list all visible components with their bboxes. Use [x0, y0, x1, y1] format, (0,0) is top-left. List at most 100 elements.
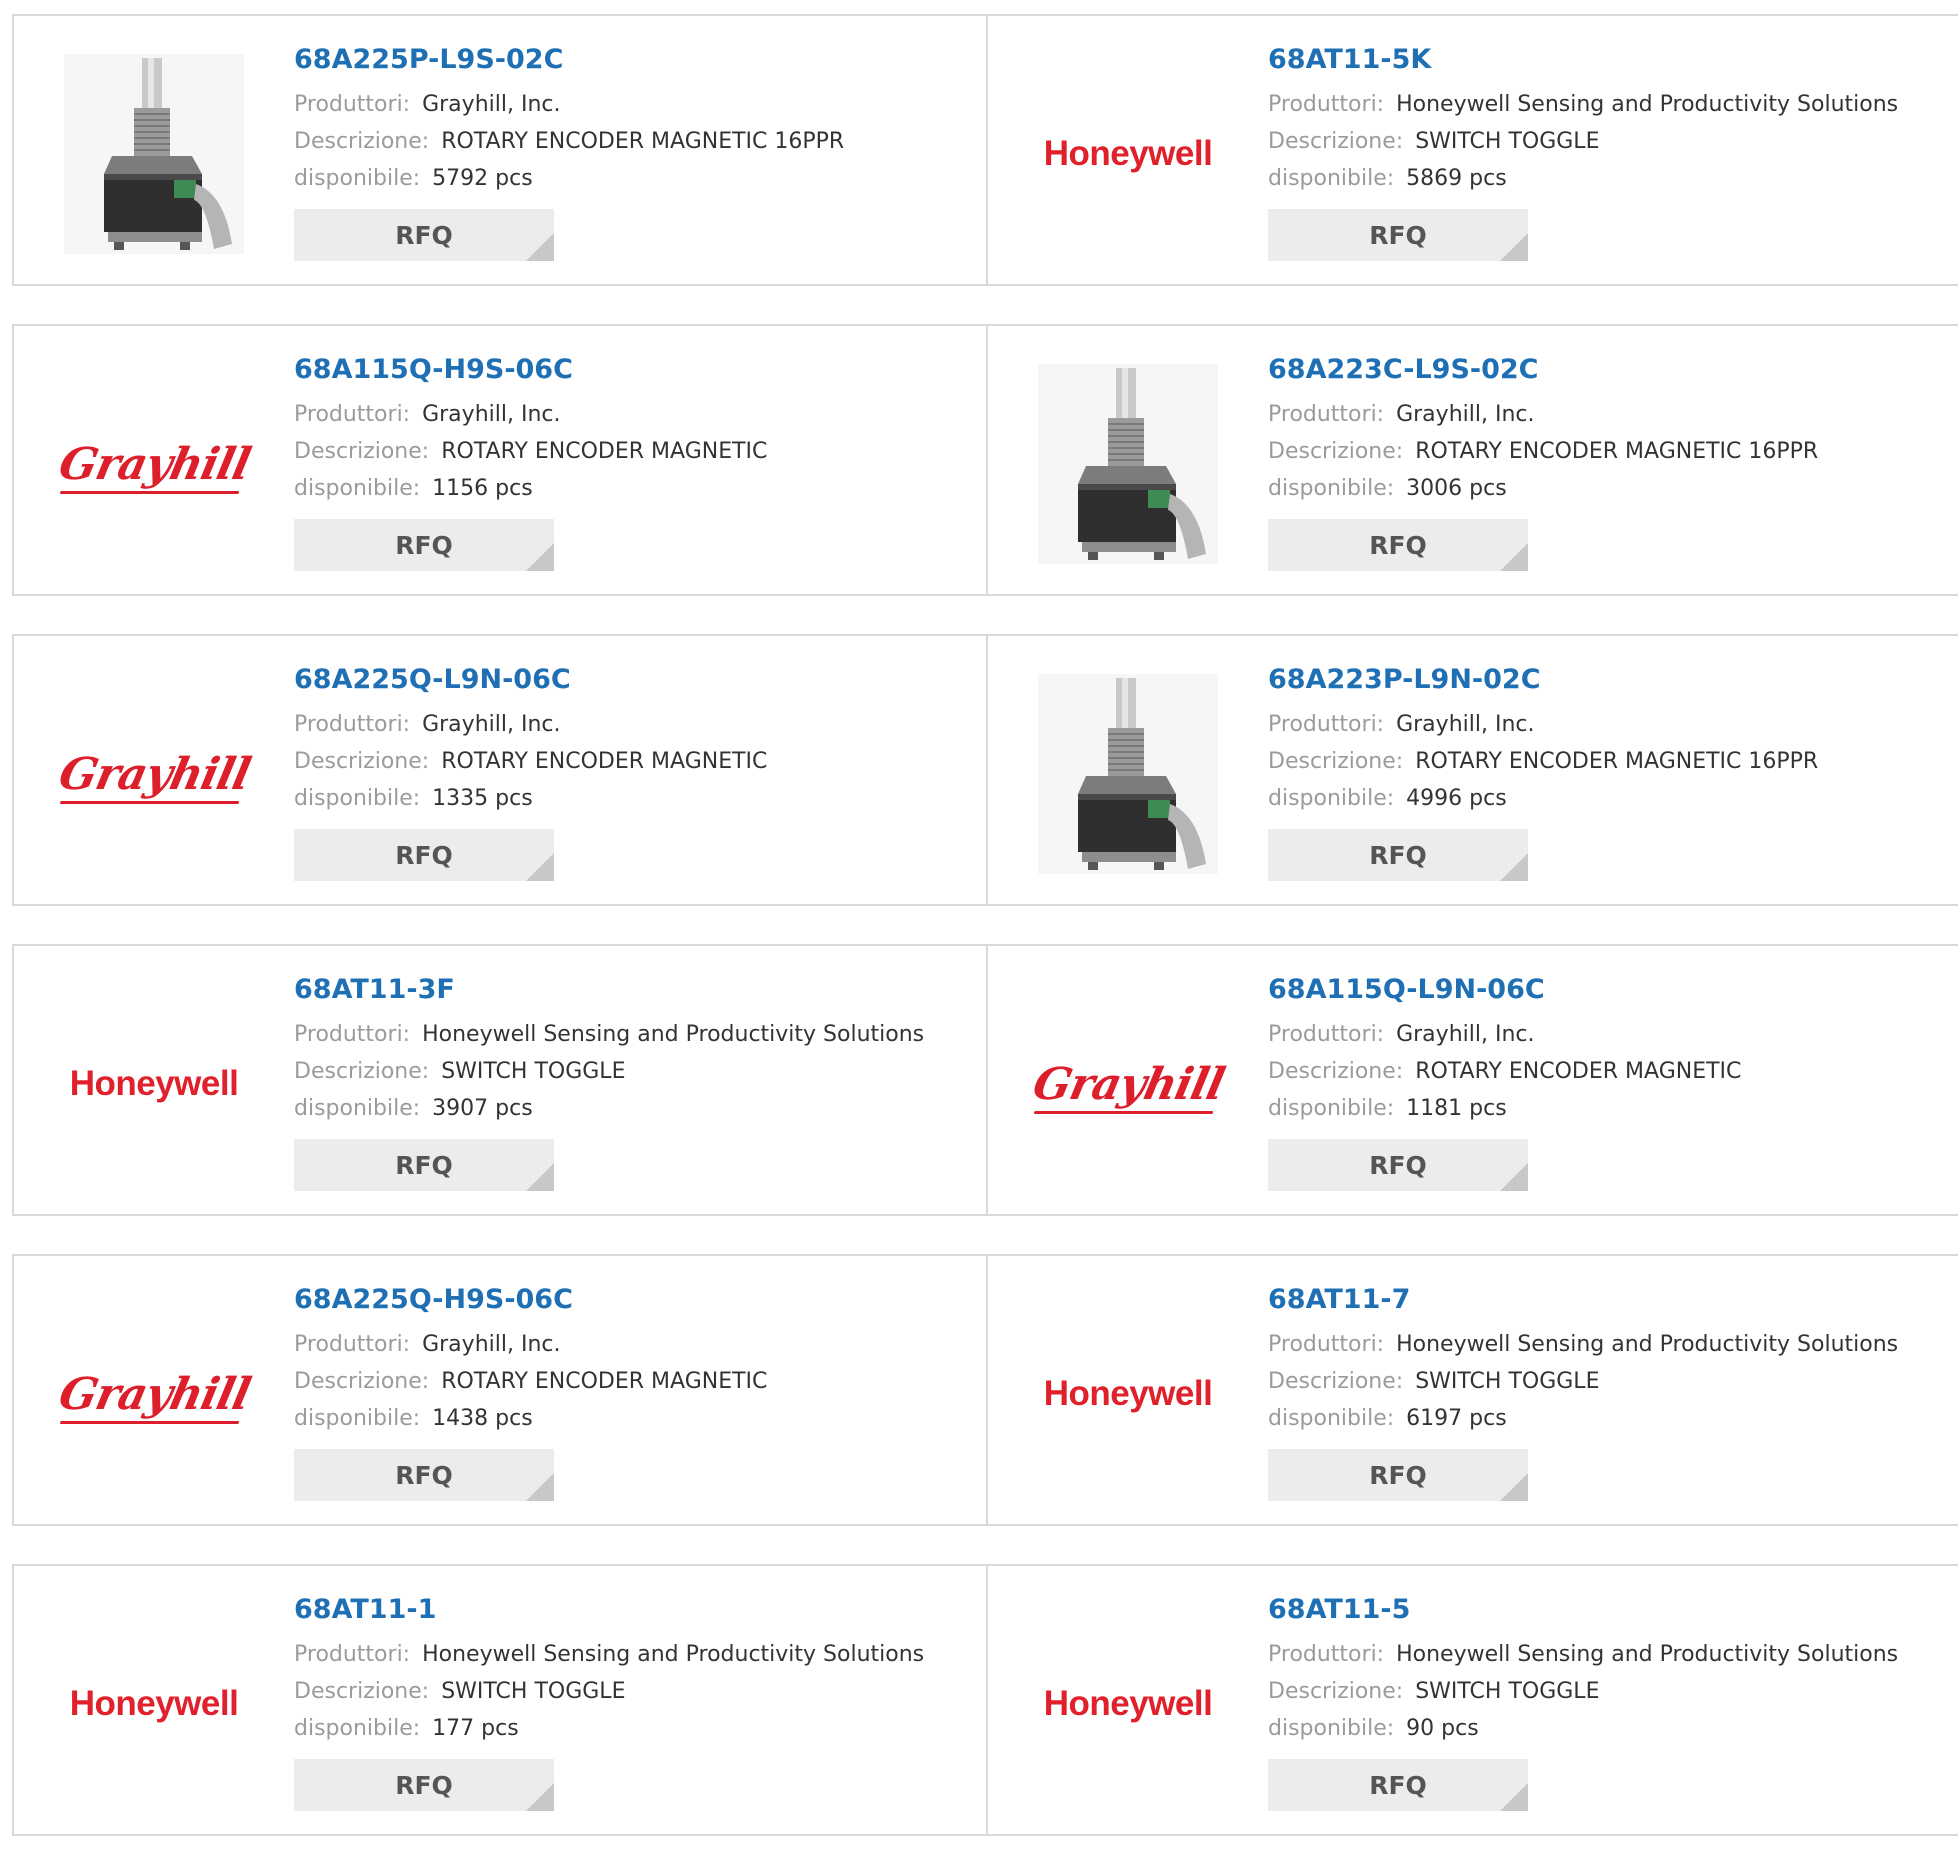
product-info: 68AT11-3F Produttori: Honeywell Sensing a… [294, 970, 924, 1191]
product-image[interactable]: Grayhill [1026, 982, 1230, 1186]
manufacturer-row: Produttori: Grayhill, Inc. [294, 1326, 767, 1363]
rfq-button[interactable]: RFQ [1268, 1759, 1528, 1811]
honeywell-logo-icon: Honeywell [69, 1684, 239, 1723]
description-value: SWITCH TOGGLE [1415, 1369, 1600, 1394]
product-card: Honeywell 68AT11-5K Produttori: Honeywell… [986, 16, 1958, 284]
availability-row: disponibile: 5792 pcs [294, 160, 844, 197]
availability-value: 1335 pcs [432, 786, 533, 811]
rfq-button[interactable]: RFQ [1268, 1449, 1528, 1501]
encoder-photo-icon [1038, 364, 1218, 564]
grayhill-logo-icon: Grayhill [54, 748, 254, 804]
rfq-button[interactable]: RFQ [1268, 829, 1528, 881]
availability-value: 1438 pcs [432, 1406, 533, 1431]
availability-row: disponibile: 3006 pcs [1268, 470, 1818, 507]
manufacturer-label: Produttori: [294, 1642, 411, 1667]
product-image[interactable] [1026, 672, 1230, 876]
manufacturer-row: Produttori: Grayhill, Inc. [294, 86, 844, 123]
description-label: Descrizione: [294, 749, 430, 774]
description-value: ROTARY ENCODER MAGNETIC [441, 439, 768, 464]
availability-value: 177 pcs [432, 1716, 519, 1741]
product-row: Honeywell 68AT11-1 Produttori: Honeywell … [12, 1564, 1958, 1836]
product-card: 68A223C-L9S-02C Produttori: Grayhill, Inc… [986, 326, 1958, 594]
product-image[interactable]: Honeywell [52, 1602, 256, 1806]
product-card: Grayhill 68A115Q-L9N-06C Produttori: Gray… [986, 946, 1958, 1214]
part-number-link[interactable]: 68AT11-3F [294, 970, 924, 1010]
rfq-button[interactable]: RFQ [294, 1139, 554, 1191]
availability-label: disponibile: [1268, 1406, 1395, 1431]
rfq-corner-decoration [1500, 1473, 1528, 1501]
manufacturer-row: Produttori: Grayhill, Inc. [1268, 706, 1818, 743]
part-number-link[interactable]: 68AT11-5K [1268, 40, 1898, 80]
availability-value: 5869 pcs [1406, 166, 1507, 191]
rfq-button[interactable]: RFQ [294, 1759, 554, 1811]
manufacturer-row: Produttori: Grayhill, Inc. [294, 706, 767, 743]
part-number-link[interactable]: 68A115Q-L9N-06C [1268, 970, 1741, 1010]
part-number-link[interactable]: 68A223P-L9N-02C [1268, 660, 1818, 700]
rfq-corner-decoration [526, 1783, 554, 1811]
part-number-link[interactable]: 68AT11-5 [1268, 1590, 1898, 1630]
rfq-button[interactable]: RFQ [294, 209, 554, 261]
availability-row: disponibile: 1438 pcs [294, 1400, 767, 1437]
description-row: Descrizione: ROTARY ENCODER MAGNETIC [1268, 1053, 1741, 1090]
product-info: 68A115Q-H9S-06C Produttori: Grayhill, Inc… [294, 350, 767, 571]
part-number-link[interactable]: 68AT11-1 [294, 1590, 924, 1630]
availability-value: 4996 pcs [1406, 786, 1507, 811]
manufacturer-label: Produttori: [294, 1332, 411, 1357]
manufacturer-value: Grayhill, Inc. [1396, 1022, 1535, 1047]
manufacturer-row: Produttori: Honeywell Sensing and Product… [1268, 86, 1898, 123]
manufacturer-row: Produttori: Honeywell Sensing and Product… [1268, 1636, 1898, 1673]
part-number-link[interactable]: 68A223C-L9S-02C [1268, 350, 1818, 390]
rfq-label: RFQ [395, 840, 453, 870]
encoder-photo-icon [64, 54, 244, 254]
product-card: Honeywell 68AT11-7 Produttori: Honeywell … [986, 1256, 1958, 1524]
rfq-label: RFQ [395, 220, 453, 250]
product-info: 68A225P-L9S-02C Produttori: Grayhill, Inc… [294, 40, 844, 261]
product-image[interactable]: Honeywell [1026, 52, 1230, 256]
manufacturer-label: Produttori: [1268, 92, 1385, 117]
product-info: 68AT11-7 Produttori: Honeywell Sensing an… [1268, 1280, 1898, 1501]
rfq-corner-decoration [1500, 1783, 1528, 1811]
product-image[interactable] [52, 52, 256, 256]
description-label: Descrizione: [1268, 1369, 1404, 1394]
manufacturer-value: Honeywell Sensing and Productivity Solut… [422, 1022, 925, 1047]
rfq-button[interactable]: RFQ [1268, 209, 1528, 261]
product-image[interactable]: Honeywell [1026, 1292, 1230, 1496]
product-image[interactable] [1026, 362, 1230, 566]
product-image[interactable]: Grayhill [52, 1292, 256, 1496]
rfq-button[interactable]: RFQ [1268, 1139, 1528, 1191]
product-image[interactable]: Grayhill [52, 672, 256, 876]
availability-value: 3907 pcs [432, 1096, 533, 1121]
product-image[interactable]: Grayhill [52, 362, 256, 566]
product-row: Honeywell 68AT11-3F Produttori: Honeywell… [12, 944, 1958, 1216]
grayhill-logo-underline [1033, 1110, 1213, 1114]
manufacturer-value: Honeywell Sensing and Productivity Solut… [1396, 1332, 1899, 1357]
product-info: 68A225Q-H9S-06C Produttori: Grayhill, Inc… [294, 1280, 767, 1501]
rfq-button[interactable]: RFQ [1268, 519, 1528, 571]
rfq-corner-decoration [1500, 1163, 1528, 1191]
availability-row: disponibile: 5869 pcs [1268, 160, 1898, 197]
product-image[interactable]: Honeywell [52, 982, 256, 1186]
grayhill-logo-text: Grayhill [54, 748, 254, 800]
rfq-button[interactable]: RFQ [294, 1449, 554, 1501]
manufacturer-value: Grayhill, Inc. [422, 1332, 561, 1357]
rfq-label: RFQ [1369, 530, 1427, 560]
grayhill-logo-icon: Grayhill [1028, 1059, 1228, 1114]
rfq-button[interactable]: RFQ [294, 829, 554, 881]
grayhill-logo-underline [59, 490, 239, 494]
availability-value: 3006 pcs [1406, 476, 1507, 501]
rfq-corner-decoration [526, 1473, 554, 1501]
description-row: Descrizione: ROTARY ENCODER MAGNETIC 16PP… [1268, 743, 1818, 780]
part-number-link[interactable]: 68A225Q-L9N-06C [294, 660, 767, 700]
availability-value: 90 pcs [1406, 1716, 1479, 1741]
part-number-link[interactable]: 68A115Q-H9S-06C [294, 350, 767, 390]
product-info: 68AT11-5K Produttori: Honeywell Sensing a… [1268, 40, 1898, 261]
product-image[interactable]: Honeywell [1026, 1602, 1230, 1806]
product-info: 68AT11-5 Produttori: Honeywell Sensing an… [1268, 1590, 1898, 1811]
part-number-link[interactable]: 68AT11-7 [1268, 1280, 1898, 1320]
rfq-corner-decoration [526, 1163, 554, 1191]
part-number-link[interactable]: 68A225Q-H9S-06C [294, 1280, 767, 1320]
description-label: Descrizione: [1268, 1059, 1404, 1084]
rfq-button[interactable]: RFQ [294, 519, 554, 571]
part-number-link[interactable]: 68A225P-L9S-02C [294, 40, 844, 80]
description-row: Descrizione: ROTARY ENCODER MAGNETIC [294, 1363, 767, 1400]
